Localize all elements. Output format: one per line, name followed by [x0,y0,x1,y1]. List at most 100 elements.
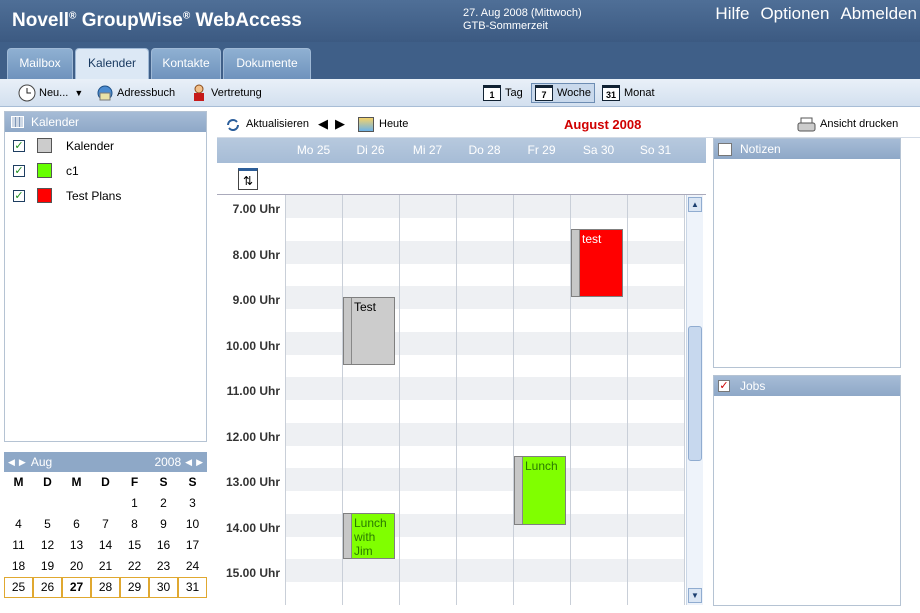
mini-day[interactable]: 25 [4,577,33,598]
mini-day [91,493,120,514]
mini-day[interactable]: 22 [120,556,149,577]
scroll-down-icon[interactable]: ▼ [688,588,702,603]
prev-year-icon[interactable]: ◀ [185,457,192,468]
hour-label: 9.00 Uhr [232,293,280,307]
mini-day[interactable]: 19 [33,556,62,577]
options-link[interactable]: Optionen [760,4,829,23]
tab-bar: Mailbox Kalender Kontakte Dokumente [0,42,920,80]
calendar-item[interactable]: ✓ c1 [5,158,206,183]
mini-day[interactable]: 11 [4,535,33,556]
day-column-divider [513,195,514,605]
printer-icon[interactable] [797,117,816,133]
day-header[interactable]: Do 28 [456,138,513,163]
next-week-icon[interactable]: ▶ [335,116,345,132]
day-header[interactable]: Sa 30 [570,138,627,163]
day-column-divider [399,195,400,605]
appointment[interactable]: Test [343,297,395,366]
mini-day[interactable]: 31 [178,577,207,598]
mini-day[interactable]: 29 [120,577,149,598]
scroll-thumb[interactable] [688,326,702,461]
day-header[interactable]: Fr 29 [513,138,570,163]
today-button[interactable]: Heute [379,118,408,130]
half-hour-stripe [285,468,685,491]
day-header[interactable]: So 31 [627,138,684,163]
mini-day[interactable]: 23 [149,556,178,577]
mini-day[interactable]: 16 [149,535,178,556]
tab-dokumente[interactable]: Dokumente [223,48,311,79]
prev-week-icon[interactable]: ◀ [318,116,328,132]
mini-month-label: Aug [30,455,53,469]
logout-link[interactable]: Abmelden [840,4,917,23]
color-swatch [37,138,52,153]
view-week-button[interactable]: 7 Woche [531,83,596,103]
mini-day[interactable]: 10 [178,514,207,535]
mini-day[interactable]: 27 [62,577,91,598]
mini-day[interactable]: 17 [178,535,207,556]
mini-day[interactable]: 12 [33,535,62,556]
calendar-item[interactable]: ✓ Test Plans [5,183,206,208]
appointment[interactable]: Lunch with Jim [343,513,395,559]
tab-kalender[interactable]: Kalender [75,48,149,80]
prev-month-icon[interactable]: ◀ [8,457,15,468]
view-day-button[interactable]: 1 Tag [483,83,523,103]
mini-day[interactable]: 14 [91,535,120,556]
mini-day[interactable]: 30 [149,577,178,598]
proxy-button[interactable]: Vertretung [190,83,262,103]
tasks-title: Jobs [740,379,766,393]
checkbox[interactable]: ✓ [13,189,25,202]
color-swatch [37,188,52,203]
header-bar: Novell® GroupWise® WebAccess 27. Aug 200… [0,0,920,42]
tab-kontakte[interactable]: Kontakte [151,48,221,79]
appointment[interactable]: test [571,228,623,297]
color-swatch [37,163,52,178]
mini-day[interactable]: 2 [149,493,178,514]
mini-day [33,493,62,514]
month-title: August 2008 [564,117,642,132]
vertical-scrollbar[interactable]: ▲ ▼ [686,195,703,605]
mini-day[interactable]: 15 [120,535,149,556]
mini-calendar: ◀ ▶ Aug 2008 ◀ ▶ M D M D F S S 1 2 3 4 5 6 7 8 9 10 11 12 1… [4,452,207,598]
mini-day [4,493,33,514]
checkbox[interactable]: ✓ [13,139,25,152]
mini-day[interactable]: 3 [178,493,207,514]
mini-day[interactable]: 1 [120,493,149,514]
next-year-icon[interactable]: ▶ [196,457,203,468]
mini-day[interactable]: 9 [149,514,178,535]
mini-day[interactable]: 24 [178,556,207,577]
day-header[interactable]: Mi 27 [399,138,456,163]
view-month-button[interactable]: 31 Monat [602,83,655,103]
appointment[interactable]: Lunch [514,456,566,525]
mini-day[interactable]: 28 [91,577,120,598]
new-button[interactable]: Neu... ▼ [18,83,83,103]
mini-day[interactable]: 13 [62,535,91,556]
mini-day[interactable]: 5 [33,514,62,535]
mini-day[interactable]: 21 [91,556,120,577]
mini-day[interactable]: 8 [120,514,149,535]
toolbar: Neu... ▼ Adressbuch Vertretung 1 Tag 7 Woc… [0,79,920,107]
scroll-up-icon[interactable]: ▲ [688,197,702,212]
day-header[interactable]: Di 26 [342,138,399,163]
mini-day[interactable]: 26 [33,577,62,598]
mini-day[interactable]: 6 [62,514,91,535]
week-grid[interactable]: 7.00 Uhr 8.00 Uhr 9.00 Uhr 10.00 Uhr 11.00 U… [217,195,685,605]
sort-toggle-icon[interactable]: ⇅ [238,168,258,190]
help-link[interactable]: Hilfe [715,4,749,23]
addressbook-button[interactable]: Adressbuch [96,83,175,103]
calendar-item[interactable]: ✓ Kalender [5,133,206,158]
today-icon[interactable] [358,117,374,132]
mini-day[interactable]: 18 [4,556,33,577]
mini-day[interactable]: 4 [4,514,33,535]
notes-panel: Notizen [713,138,901,368]
refresh-button[interactable]: Aktualisieren [246,118,309,130]
next-month-icon[interactable]: ▶ [19,457,26,468]
half-hour-stripe [285,240,685,264]
refresh-icon[interactable] [225,117,241,133]
checkbox[interactable]: ✓ [13,164,25,177]
mini-day[interactable]: 7 [91,514,120,535]
day-column-divider [456,195,457,605]
print-view-button[interactable]: Ansicht drucken [820,118,898,130]
tab-mailbox[interactable]: Mailbox [7,48,73,79]
day-header[interactable]: Mo 25 [285,138,342,163]
mini-day[interactable]: 20 [62,556,91,577]
clock-icon [18,84,36,102]
